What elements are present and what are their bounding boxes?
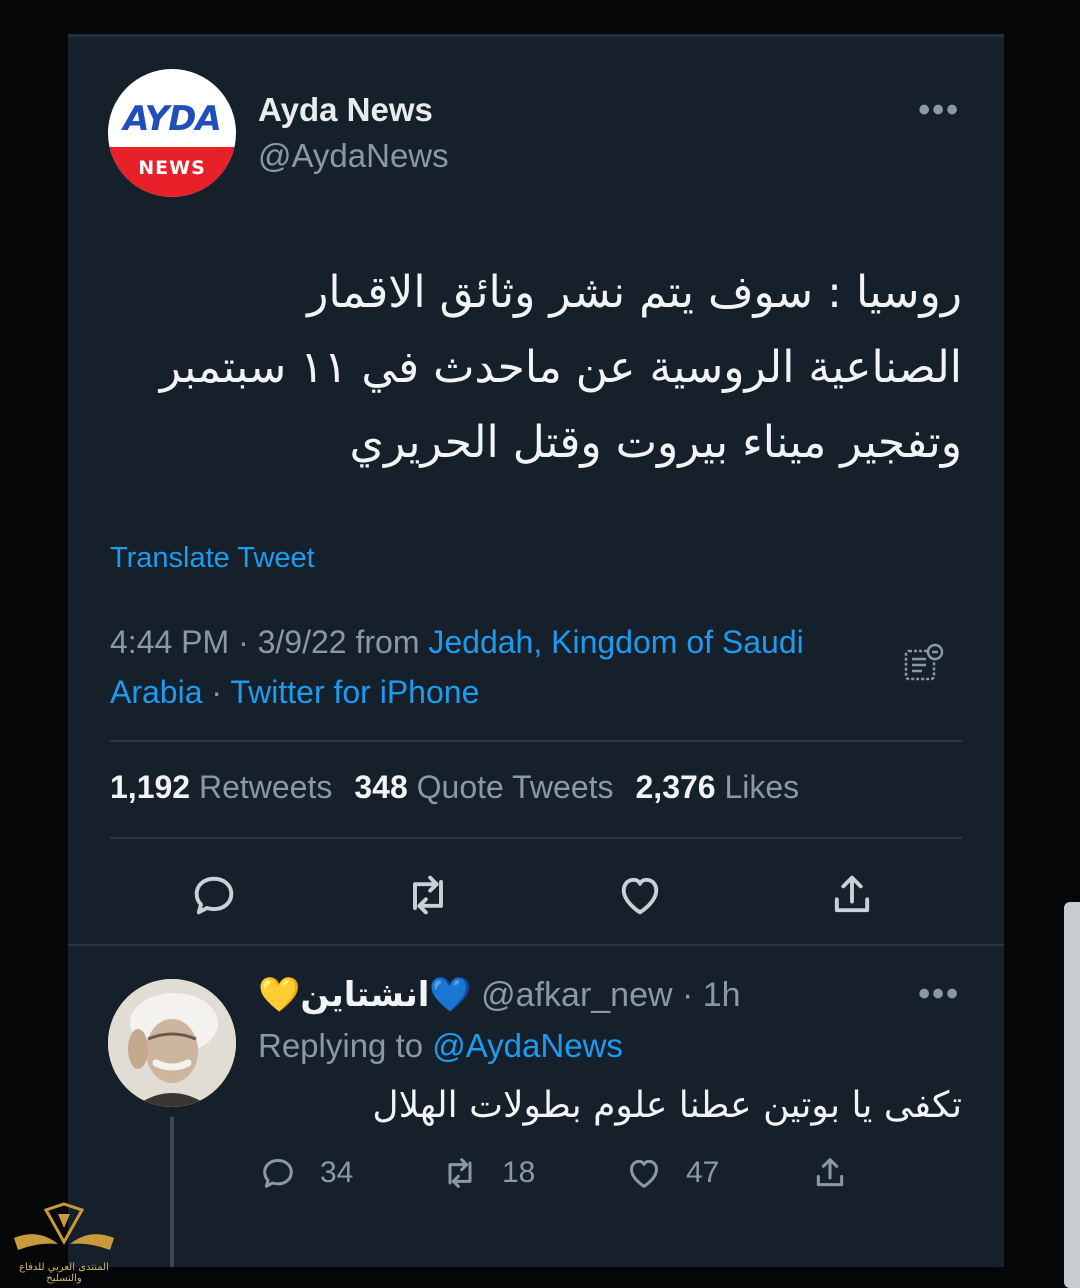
section-separator: [68, 944, 1004, 946]
reply-icon[interactable]: [188, 869, 240, 921]
tweet-timestamp[interactable]: 4:44 PM · 3/9/22: [110, 624, 347, 660]
source-link[interactable]: Twitter for iPhone: [230, 674, 479, 710]
quote-tweets-stat[interactable]: 348 Quote Tweets: [354, 769, 613, 805]
reply-more-options-icon[interactable]: •••: [918, 975, 960, 1014]
tweet-line: وتفجير ميناء بيروت وقتل الحريري: [349, 417, 963, 468]
from-label: from: [346, 624, 429, 660]
tweet-metadata: 4:44 PM · 3/9/22 from Jeddah, Kingdom of…: [110, 617, 870, 717]
reply-handle-time[interactable]: @afkar_new · 1h: [481, 976, 740, 1014]
reply-author-avatar[interactable]: [108, 979, 236, 1107]
avatar-logo-subtext: NEWS: [138, 157, 206, 179]
tweet-line: الصناعية الروسية عن ماحدث في ١١ سبتمبر: [159, 342, 962, 393]
reply-retweet-button[interactable]: 18: [440, 1151, 535, 1195]
reply-like-button[interactable]: 47: [624, 1151, 719, 1195]
watermark-text: المنتدى العربي للدفاع والتسليح: [19, 1262, 109, 1284]
tweet-body: روسيا : سوف يتم نشر وثائق الاقمار الصناع…: [104, 255, 962, 480]
thread-line: [170, 1117, 174, 1267]
like-count: 47: [686, 1156, 720, 1189]
analytics-icon[interactable]: [904, 641, 944, 683]
engagement-stats: 1,192 Retweets 348 Quote Tweets 2,376 Like…: [110, 769, 799, 806]
reply-count: 34: [320, 1156, 354, 1189]
replying-to-handle[interactable]: @AydaNews: [432, 1027, 623, 1064]
retweet-icon[interactable]: [402, 869, 454, 921]
retweet-icon: [448, 1158, 472, 1188]
more-options-icon[interactable]: •••: [918, 91, 960, 130]
reply-reply-button[interactable]: 34: [258, 1151, 353, 1195]
author-avatar[interactable]: AYDA NEWS: [108, 69, 236, 197]
reply-display-name[interactable]: 💛انشتاين💙: [258, 975, 472, 1015]
forum-watermark-logo: المنتدى العربي للدفاع والتسليح: [8, 1198, 120, 1286]
like-icon[interactable]: [614, 869, 666, 921]
retweet-count: 18: [502, 1156, 536, 1189]
reply-icon: [263, 1159, 293, 1188]
tweet-action-bar: [68, 869, 1004, 925]
divider: [110, 740, 962, 742]
tweet-detail-card: AYDA NEWS Ayda News @AydaNews ••• روسيا …: [68, 34, 1004, 1267]
author-handle[interactable]: @AydaNews: [258, 137, 449, 175]
replying-to: Replying to @AydaNews: [258, 1027, 623, 1065]
like-icon: [630, 1159, 658, 1188]
translate-tweet-link[interactable]: Translate Tweet: [110, 542, 315, 575]
share-icon: [816, 1158, 844, 1187]
reply-share-button[interactable]: [810, 1151, 872, 1195]
replying-to-label: Replying to: [258, 1027, 433, 1064]
avatar-logo-text: AYDA: [123, 99, 222, 139]
retweets-stat[interactable]: 1,192 Retweets: [110, 769, 332, 805]
reply-header: 💛انشتاين💙 @afkar_new · 1h: [258, 975, 741, 1015]
tweet-line: روسيا : سوف يتم نشر وثائق الاقمار: [307, 267, 962, 318]
reply-body: تكفى يا بوتين عطنا علوم بطولات الهلال: [372, 1085, 962, 1126]
scrollbar[interactable]: [1064, 902, 1080, 1288]
likes-stat[interactable]: 2,376 Likes: [636, 769, 800, 805]
share-icon[interactable]: [826, 869, 878, 921]
meta-separator: ·: [202, 674, 231, 710]
reply-action-bar: 34 18 47: [258, 1151, 958, 1195]
divider: [110, 837, 962, 839]
author-display-name[interactable]: Ayda News: [258, 91, 433, 129]
